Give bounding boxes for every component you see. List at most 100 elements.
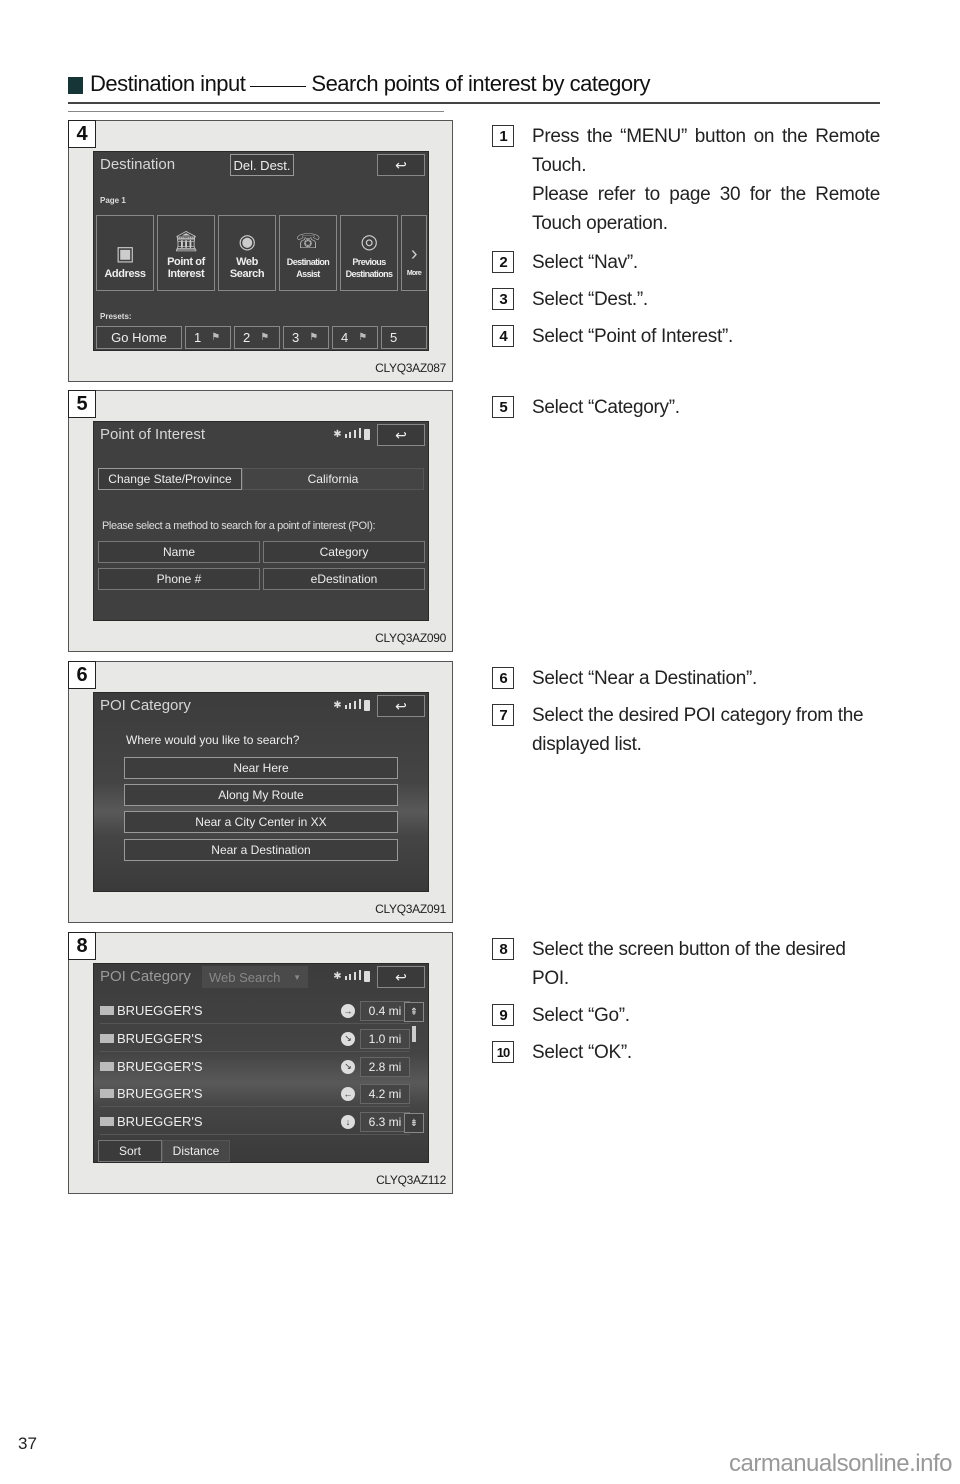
sort-button[interactable]: Sort bbox=[98, 1140, 162, 1162]
tile-web-search[interactable]: ◉ Web Search bbox=[218, 215, 276, 291]
chevron-right-icon: › bbox=[410, 243, 418, 265]
preset-go-home[interactable]: Go Home bbox=[96, 326, 182, 349]
category-button[interactable]: Category bbox=[263, 541, 425, 563]
step-text: Select “OK”. bbox=[532, 1042, 632, 1063]
distance-value: 4.2 mi bbox=[360, 1083, 410, 1104]
step-2: 2 Select “Nav”. bbox=[492, 248, 880, 277]
status-icons: ✱ bbox=[333, 428, 370, 441]
phone-button[interactable]: Phone # bbox=[98, 568, 260, 590]
direction-icon: → bbox=[341, 1003, 355, 1018]
back-arrow-icon: ↩ bbox=[395, 968, 407, 985]
step-10: 10 Select “OK”. bbox=[492, 1038, 880, 1067]
step-number: 1 bbox=[492, 125, 514, 147]
building-icon: 🏛 bbox=[173, 231, 199, 253]
figure-poi-results: 8 POI Category Web Search ▼ ✱ ↩ BRUEGGER… bbox=[68, 932, 453, 1194]
bluetooth-icon: ✱ bbox=[333, 700, 342, 711]
back-button[interactable]: ↩ bbox=[377, 695, 425, 717]
back-arrow-icon: ↩ bbox=[395, 156, 407, 173]
category-dropdown[interactable]: Web Search ▼ bbox=[202, 966, 308, 988]
figure-badge: 8 bbox=[68, 932, 96, 960]
sort-value: Distance bbox=[162, 1140, 230, 1162]
flag-icon: ⚑ bbox=[309, 332, 319, 343]
step-text: Select “Point of Interest”. bbox=[532, 326, 733, 347]
back-arrow-icon: ↩ bbox=[395, 426, 407, 443]
heading-dash bbox=[250, 85, 307, 87]
figure-code: CLYQ3AZ090 bbox=[375, 631, 446, 645]
step-1-note: Please refer to page 30 for the Remote T… bbox=[492, 180, 880, 238]
step-text: Select “Near a Destination”. bbox=[532, 668, 757, 689]
scroll-down-button[interactable]: ⇟ bbox=[404, 1113, 424, 1133]
preset-4[interactable]: 4 ⚑ bbox=[332, 326, 378, 349]
tile-point-of-interest[interactable]: 🏛 Point of Interest bbox=[157, 215, 215, 291]
dropdown-arrow-icon: ▼ bbox=[293, 972, 301, 982]
globe-icon: ◉ bbox=[238, 231, 256, 253]
distance-value: 2.8 mi bbox=[360, 1056, 410, 1077]
back-button[interactable]: ↩ bbox=[377, 424, 425, 446]
direction-icon: ↘ bbox=[341, 1031, 355, 1046]
step-9: 9 Select “Go”. bbox=[492, 1001, 880, 1030]
name-button[interactable]: Name bbox=[98, 541, 260, 563]
signal-icon bbox=[344, 428, 361, 441]
poi-list-item[interactable]: BRUEGGER'S ↘ 1.0 mi bbox=[100, 1026, 410, 1052]
del-dest-button[interactable]: Del. Dest. bbox=[230, 154, 294, 176]
page-label: Page 1 bbox=[100, 196, 126, 205]
address-icon: ▣ bbox=[115, 243, 135, 265]
back-button[interactable]: ↩ bbox=[377, 966, 425, 988]
preset-1[interactable]: 1 ⚑ bbox=[185, 326, 231, 349]
poi-screen: Point of Interest ✱ ↩ Change State/Provi… bbox=[93, 421, 429, 621]
tile-address[interactable]: ▣ Address bbox=[96, 215, 154, 291]
battery-icon bbox=[364, 429, 370, 440]
figure-code: CLYQ3AZ112 bbox=[376, 1173, 446, 1187]
near-here-button[interactable]: Near Here bbox=[124, 757, 398, 779]
back-arrow-icon: ↩ bbox=[395, 697, 407, 714]
near-destination-button[interactable]: Near a Destination bbox=[124, 839, 398, 861]
preset-5[interactable]: 5 bbox=[381, 326, 427, 349]
section-heading: Destination input Search points of inter… bbox=[68, 66, 880, 104]
figure-code: CLYQ3AZ091 bbox=[375, 902, 446, 916]
scrollbar-thumb[interactable] bbox=[412, 1026, 416, 1042]
poi-list-item[interactable]: BRUEGGER'S ↘ 2.8 mi bbox=[100, 1054, 410, 1080]
along-my-route-button[interactable]: Along My Route bbox=[124, 784, 398, 806]
figure-badge: 6 bbox=[68, 661, 96, 689]
heading-subtitle: Search points of interest by category bbox=[311, 71, 650, 96]
step-number: 3 bbox=[492, 288, 514, 310]
destination-screen: Destination Del. Dest. ↩ Page 1 ▣ Addres… bbox=[93, 151, 429, 351]
step-6: 6 Select “Near a Destination”. bbox=[492, 664, 880, 693]
flag-icon: ⚑ bbox=[260, 332, 270, 343]
scroll-up-button[interactable]: ⇞ bbox=[404, 1002, 424, 1022]
poi-list-item[interactable]: BRUEGGER'S ← 4.2 mi bbox=[100, 1081, 410, 1107]
method-prompt: Please select a method to search for a p… bbox=[102, 520, 376, 532]
step-number: 6 bbox=[492, 667, 514, 689]
figure-badge: 5 bbox=[68, 390, 96, 418]
status-icons: ✱ bbox=[333, 970, 370, 983]
near-city-center-button[interactable]: Near a City Center in XX bbox=[124, 811, 398, 833]
figure-poi-category-where: 6 POI Category ✱ ↩ Where would you like … bbox=[68, 661, 453, 923]
poi-list-item[interactable]: BRUEGGER'S ↓ 6.3 mi bbox=[100, 1109, 410, 1135]
tile-previous-destinations[interactable]: ◎ Previous Destinations bbox=[340, 215, 398, 291]
back-button[interactable]: ↩ bbox=[377, 154, 425, 176]
preset-3[interactable]: 3 ⚑ bbox=[283, 326, 329, 349]
change-state-button[interactable]: Change State/Province bbox=[98, 468, 242, 490]
flag-icon: ⚑ bbox=[358, 332, 368, 343]
brand-logo-icon bbox=[100, 1117, 114, 1126]
screen-title: POI Category bbox=[100, 968, 191, 985]
previous-icon: ◎ bbox=[360, 231, 378, 253]
signal-icon bbox=[344, 970, 361, 983]
flag-icon: ⚑ bbox=[211, 332, 221, 343]
status-icons: ✱ bbox=[333, 699, 370, 712]
brand-logo-icon bbox=[100, 1006, 114, 1015]
preset-2[interactable]: 2 ⚑ bbox=[234, 326, 280, 349]
steps-group-4: 8 Select the screen button of the desire… bbox=[492, 935, 880, 1075]
step-number: 10 bbox=[492, 1041, 514, 1063]
watermark: carmanualsonline.info bbox=[729, 1450, 952, 1477]
poi-list-item[interactable]: BRUEGGER'S → 0.4 mi bbox=[100, 998, 410, 1024]
edestination-button[interactable]: eDestination bbox=[263, 568, 425, 590]
poi-results-screen: POI Category Web Search ▼ ✱ ↩ BRUEGGER'S… bbox=[93, 963, 429, 1163]
tile-destination-assist[interactable]: ☏ Destination Assist bbox=[279, 215, 337, 291]
step-7: 7 Select the desired POI category from t… bbox=[492, 701, 880, 759]
figure-destination-menu: 4 Destination Del. Dest. ↩ Page 1 ▣ Addr… bbox=[68, 120, 453, 382]
tile-more[interactable]: › More bbox=[401, 215, 427, 291]
step-4: 4 Select “Point of Interest”. bbox=[492, 322, 880, 351]
divider bbox=[68, 111, 444, 112]
steps-group-3: 6 Select “Near a Destination”. 7 Select … bbox=[492, 664, 880, 767]
